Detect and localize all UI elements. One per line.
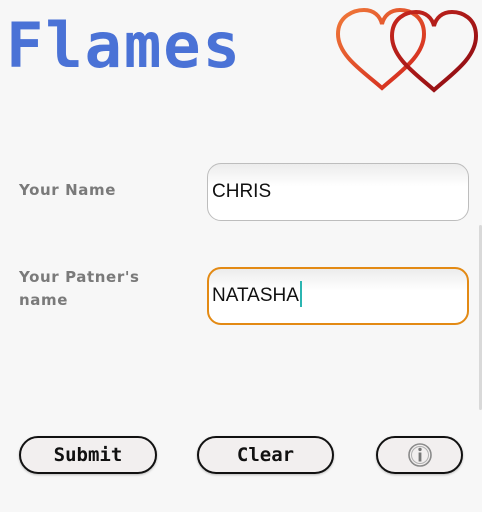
app-title: Flames — [6, 9, 242, 82]
text-caret — [299, 280, 302, 307]
partner-name-value: NATASHA — [212, 285, 299, 306]
your-name-field[interactable]: CHRIS — [207, 163, 469, 221]
partner-name-field[interactable]: NATASHA — [207, 267, 469, 325]
info-button[interactable] — [376, 436, 463, 474]
submit-button[interactable]: Submit — [19, 436, 157, 474]
your-name-label: Your Name — [19, 181, 116, 199]
partner-name-label-line2: name — [19, 291, 69, 309]
your-name-value: CHRIS — [212, 181, 272, 202]
info-icon — [407, 443, 432, 467]
partner-name-label-line1: Your Patner's — [19, 268, 140, 286]
clear-button[interactable]: Clear — [197, 436, 334, 474]
double-heart-icon — [335, 7, 479, 93]
